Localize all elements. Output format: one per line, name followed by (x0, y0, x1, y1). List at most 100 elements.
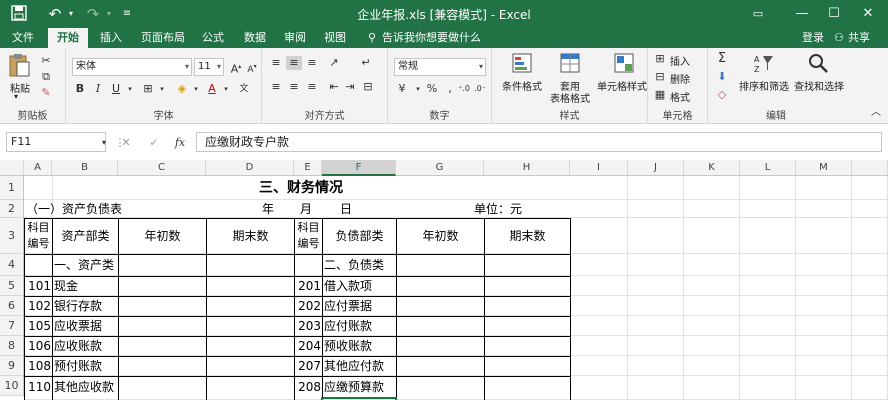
paste-icon[interactable] (6, 52, 32, 78)
row-header-1[interactable]: 1 (0, 176, 24, 200)
find-select-icon[interactable] (806, 52, 830, 74)
cell-e2[interactable]: 月 (300, 200, 312, 218)
cell-f2[interactable]: 日 (340, 200, 352, 218)
cell-lcode[interactable]: 208 (295, 377, 321, 397)
header-code-line1[interactable]: 科目 (25, 220, 52, 236)
name-box-dropdown-icon[interactable]: ▾ (96, 136, 112, 150)
col-header-h[interactable]: H (484, 160, 570, 176)
row-header-4[interactable]: 4 (0, 254, 24, 276)
autosum-icon[interactable]: Σ (714, 52, 730, 66)
tab-formulas[interactable]: 公式 (196, 28, 230, 48)
cell-asset[interactable]: 应收账款 (54, 336, 102, 356)
cell-asset[interactable]: 预付账款 (54, 356, 102, 376)
increase-decimal-icon[interactable]: ⁺.0 (456, 82, 472, 96)
cell-styles-button[interactable]: 单元格样式 (594, 78, 650, 93)
header-lcode-line2[interactable]: 编号 (295, 236, 322, 252)
col-header-n[interactable] (852, 160, 888, 176)
cell-liab[interactable]: 应付账款 (324, 316, 372, 336)
paste-dropdown-icon[interactable]: ▾ (14, 92, 18, 101)
cell-code[interactable]: 106 (25, 336, 51, 356)
formula-input[interactable]: 应缴财政专户款 (196, 132, 882, 152)
format-cells-button[interactable]: 格式 (670, 89, 690, 104)
col-header-b[interactable]: B (52, 160, 118, 176)
col-header-e[interactable]: E (294, 160, 322, 176)
cell-code[interactable]: 108 (25, 356, 51, 376)
font-size-select[interactable]: 11 ▾ (194, 58, 224, 76)
decrease-decimal-icon[interactable]: .0⁻ (472, 82, 488, 96)
col-header-l[interactable]: L (740, 160, 796, 176)
number-format-select[interactable]: 常规 ▾ (394, 58, 486, 76)
cell-liab[interactable]: 其他应付款 (324, 356, 384, 376)
cell-liab[interactable]: 预收账款 (324, 336, 372, 356)
header-begin-1[interactable]: 年初数 (119, 218, 206, 254)
col-header-k[interactable]: K (684, 160, 740, 176)
orientation-icon[interactable]: ↗ (326, 56, 342, 70)
delete-cells-icon[interactable]: ⊟ (652, 70, 668, 84)
row-header-10[interactable]: 10 (0, 376, 24, 396)
select-all-corner[interactable] (0, 160, 24, 176)
close-button[interactable]: ✕ (846, 0, 888, 28)
cell-code[interactable]: 102 (25, 296, 51, 316)
worksheet-grid[interactable]: A B C D E F G H I J K L M 1 2 3 4 5 6 7 … (0, 160, 888, 400)
cell-code[interactable]: 110 (25, 377, 51, 397)
header-asset[interactable]: 资产部类 (53, 218, 118, 254)
table-format-icon[interactable] (558, 52, 582, 74)
font-name-select[interactable]: 宋体 ▾ (72, 58, 192, 76)
underline-dropdown-icon[interactable]: ▾ (122, 82, 138, 96)
sheet-title[interactable]: 三、财务情况 (118, 176, 484, 200)
decrease-indent-icon[interactable]: ⇤ (326, 80, 342, 94)
conditional-format-icon[interactable] (510, 52, 534, 74)
insert-cells-icon[interactable]: ⊞ (652, 52, 668, 66)
row-header-2[interactable]: 2 (0, 200, 24, 218)
format-painter-icon[interactable]: ✎ (38, 86, 54, 100)
row-header-6[interactable]: 6 (0, 296, 24, 316)
paste-label[interactable]: 粘贴 (8, 80, 32, 95)
cut-icon[interactable]: ✂ (38, 54, 54, 68)
enter-button[interactable]: ✓ (146, 136, 162, 150)
tab-view[interactable]: 视图 (318, 28, 352, 48)
fill-dropdown-icon[interactable]: ▾ (188, 82, 204, 96)
fill-icon[interactable]: ⬇ (714, 70, 730, 84)
cell-code[interactable]: 105 (25, 316, 51, 336)
sort-filter-button[interactable]: 排序和筛选 (736, 78, 792, 93)
col-header-d[interactable]: D (206, 160, 294, 176)
name-box[interactable]: F11 (6, 132, 106, 152)
cell-asset[interactable]: 银行存款 (54, 296, 102, 316)
align-left-icon[interactable]: ≡ (268, 80, 284, 94)
tab-home[interactable]: 开始 (48, 28, 88, 48)
tab-data[interactable]: 数据 (238, 28, 272, 48)
increase-indent-icon[interactable]: ⇥ (342, 80, 358, 94)
align-bottom-icon[interactable]: ≡ (304, 56, 320, 70)
row-header-7[interactable]: 7 (0, 316, 24, 336)
collapse-ribbon-icon[interactable]: ︿ (868, 106, 884, 120)
bold-button[interactable]: B (72, 82, 88, 96)
row-header-3[interactable]: 3 (0, 218, 24, 254)
header-end-2[interactable]: 期末数 (485, 218, 570, 254)
align-center-icon[interactable]: ≡ (286, 80, 302, 94)
percent-button[interactable]: % (424, 82, 440, 96)
col-header-i[interactable]: I (570, 160, 628, 176)
border-dropdown-icon[interactable]: ▾ (154, 82, 170, 96)
cell-code[interactable]: 101 (25, 276, 51, 296)
insert-function-button[interactable]: fx (172, 136, 188, 150)
cell-lcode[interactable]: 204 (295, 336, 321, 356)
table-format-label-2[interactable]: 表格格式 (548, 90, 592, 105)
tab-file[interactable]: 文件 (6, 28, 40, 48)
cell-liab[interactable]: 借入款项 (324, 276, 372, 296)
col-header-m[interactable]: M (796, 160, 852, 176)
header-begin-2[interactable]: 年初数 (397, 218, 484, 254)
phonetic-icon[interactable]: 文 (236, 82, 252, 96)
cell-b4[interactable]: 一、资产类 (54, 254, 114, 276)
delete-cells-button[interactable]: 删除 (670, 71, 690, 86)
cell-a2[interactable]: （一）资产负债表 (26, 200, 122, 218)
ribbon-display-icon[interactable]: ▭ (736, 0, 780, 28)
cell-lcode[interactable]: 201 (295, 276, 321, 296)
cell-lcode[interactable]: 207 (295, 356, 321, 376)
header-code-line2[interactable]: 编号 (25, 236, 52, 252)
share-button[interactable]: 共享 (848, 28, 870, 48)
format-cells-icon[interactable]: ▦ (652, 88, 668, 102)
col-header-g[interactable]: G (396, 160, 484, 176)
cell-liab[interactable]: 应缴预算款 (324, 377, 384, 397)
align-top-icon[interactable]: ≡ (268, 56, 284, 70)
wrap-text-icon[interactable]: ↵ (358, 56, 374, 70)
